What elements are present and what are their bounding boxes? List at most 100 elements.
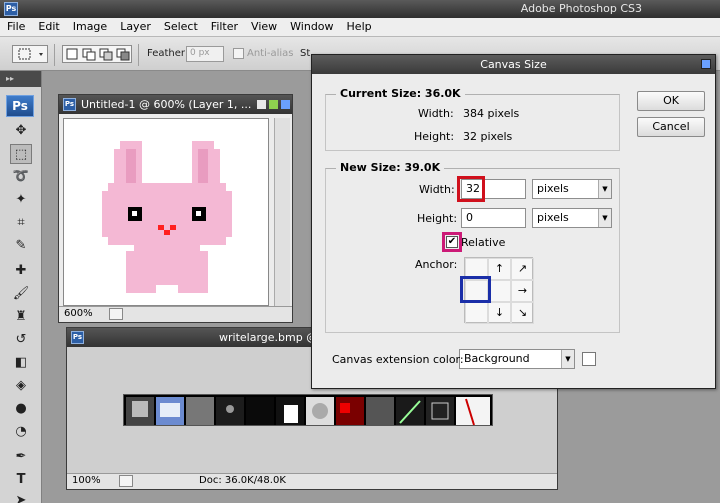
app-titlebar: Ps Adobe Photoshop CS3	[0, 0, 720, 18]
thumbnail-strip-image[interactable]	[123, 394, 493, 426]
relative-label: Relative	[461, 236, 506, 249]
type-tool-icon[interactable]: T	[10, 470, 32, 490]
document-title: writelarge.bmp @	[219, 331, 318, 344]
document-size-info: Doc: 36.0K/48.0K	[199, 475, 286, 486]
document-title-bar[interactable]: Ps Untitled-1 @ 600% (Layer 1, ...	[59, 95, 292, 114]
ok-button[interactable]: OK	[637, 91, 705, 111]
document-window-untitled[interactable]: Ps Untitled-1 @ 600% (Layer 1, ... 600%	[58, 94, 293, 323]
brush-tool-icon[interactable]: 🖌	[10, 284, 32, 304]
new-width-label: Width:	[419, 183, 455, 196]
extension-color-value: Background	[464, 352, 530, 365]
canvas-size-dialog: Canvas Size Current Size: 36.0K Width: 3…	[311, 54, 716, 389]
document-status-bar: 600%	[59, 306, 292, 322]
current-height-value: 32 pixels	[463, 130, 513, 143]
crop-tool-icon[interactable]: ⌗	[10, 213, 32, 233]
eyedropper-icon[interactable]: ✎	[10, 236, 32, 256]
height-unit-value: pixels	[537, 211, 569, 224]
menu-image[interactable]: Image	[66, 18, 113, 36]
current-height-label: Height:	[414, 130, 455, 143]
height-unit-select[interactable]: pixels ▼	[532, 208, 612, 228]
anchor-highlight-box	[460, 276, 491, 303]
close-icon[interactable]	[281, 100, 290, 109]
ps-doc-icon: Ps	[63, 98, 76, 111]
zoom-level[interactable]: 600%	[64, 308, 93, 319]
zoom-level[interactable]: 100%	[72, 475, 101, 486]
chevron-down-icon: ▼	[598, 180, 611, 198]
path-selection-icon[interactable]: ➤	[10, 491, 32, 503]
status-menu-icon[interactable]	[119, 475, 133, 487]
status-menu-icon[interactable]	[109, 308, 123, 320]
extension-color-label: Canvas extension color:	[332, 353, 464, 366]
chevron-down-icon: ▼	[561, 350, 574, 368]
menu-select[interactable]: Select	[157, 18, 204, 36]
width-unit-select[interactable]: pixels ▼	[532, 179, 612, 199]
document-title: Untitled-1 @ 600% (Layer 1, ...	[81, 98, 252, 111]
ps-doc-icon: Ps	[71, 331, 84, 344]
minimize-icon[interactable]	[257, 100, 266, 109]
anchor-cell-bottom[interactable]: ↓	[488, 302, 511, 324]
anchor-cell-center[interactable]	[488, 280, 511, 302]
current-size-title: Current Size: 36.0K	[336, 87, 465, 100]
document-status-bar: 100% Doc: 36.0K/48.0K	[67, 473, 557, 489]
menu-help[interactable]: Help	[340, 18, 378, 36]
clone-stamp-icon[interactable]: ♜	[10, 307, 32, 327]
new-size-title: New Size: 39.0K	[336, 161, 445, 174]
cancel-button[interactable]: Cancel	[637, 117, 705, 137]
app-title: Adobe Photoshop CS3	[520, 2, 642, 15]
bunny-canvas[interactable]	[63, 118, 269, 306]
dialog-title-bar[interactable]: Canvas Size	[312, 55, 715, 74]
history-brush-icon[interactable]: ↺	[10, 330, 32, 350]
menu-layer[interactable]: Layer	[113, 18, 157, 36]
anchor-cell-right[interactable]: →	[511, 280, 534, 302]
magic-wand-icon[interactable]: ✦	[10, 190, 32, 210]
extension-color-select[interactable]: Background ▼	[459, 349, 575, 369]
anchor-label: Anchor:	[415, 258, 458, 271]
width-unit-value: pixels	[537, 182, 569, 195]
tool-preset-picker[interactable]	[12, 45, 48, 63]
menu-file[interactable]: File	[0, 18, 31, 36]
maximize-icon[interactable]	[269, 100, 278, 109]
relative-highlight-box	[442, 232, 462, 252]
dodge-tool-icon[interactable]: ◔	[10, 422, 32, 442]
selection-mode-buttons[interactable]	[62, 45, 132, 63]
anchor-cell-bottom-left[interactable]	[465, 302, 488, 324]
antialias-label: Anti-alias	[247, 48, 294, 59]
current-width-label: Width:	[418, 107, 454, 120]
photoshop-logo: Ps	[6, 95, 34, 117]
menu-filter[interactable]: Filter	[204, 18, 244, 36]
marquee-preset-icon	[18, 48, 43, 60]
extension-color-swatch[interactable]	[582, 352, 596, 366]
pixel-bunny-image	[102, 141, 232, 293]
menu-bar: File Edit Image Layer Select Filter View…	[0, 18, 720, 37]
vertical-scrollbar[interactable]	[274, 118, 290, 306]
photoshop-app-icon: Ps	[4, 2, 18, 16]
menu-view[interactable]: View	[244, 18, 283, 36]
pen-tool-icon[interactable]: ✒	[10, 447, 32, 467]
tools-panel: ▸▸ Ps ✥ ⬚ ➰ ✦ ⌗ ✎ ✚ 🖌 ♜ ↺ ◧ ◈ ● ◔ ✒ T ➤	[0, 71, 42, 503]
antialias-checkbox[interactable]	[233, 48, 244, 59]
anchor-cell-bottom-right[interactable]: ↘	[511, 302, 534, 324]
menu-window[interactable]: Window	[283, 18, 339, 36]
new-height-input[interactable]: 0	[461, 208, 526, 228]
chevron-down-icon: ▼	[598, 209, 611, 227]
style-label: St	[300, 48, 311, 59]
paint-bucket-icon[interactable]: ◈	[10, 376, 32, 396]
lasso-tool-icon[interactable]: ➰	[10, 167, 32, 187]
blur-tool-icon[interactable]: ●	[10, 399, 32, 419]
dialog-title: Canvas Size	[480, 58, 547, 71]
anchor-cell-top-right[interactable]: ↗	[511, 258, 534, 280]
tools-panel-grip[interactable]: ▸▸	[0, 71, 41, 87]
menu-edit[interactable]: Edit	[31, 18, 65, 36]
current-width-value: 384 pixels	[463, 107, 520, 120]
feather-input[interactable]: 0 px	[186, 46, 224, 62]
healing-brush-icon[interactable]: ✚	[10, 261, 32, 281]
selection-mode-icons	[66, 48, 130, 61]
move-tool-icon[interactable]: ✥	[10, 121, 32, 141]
new-height-label: Height:	[417, 212, 458, 225]
eraser-icon[interactable]: ◧	[10, 353, 32, 373]
feather-label: Feather:	[147, 48, 189, 59]
anchor-cell-top[interactable]: ↑	[488, 258, 511, 280]
image-strip-thumbnails	[126, 397, 490, 426]
marquee-tool-icon[interactable]: ⬚	[10, 144, 32, 164]
dialog-close-icon[interactable]	[701, 59, 711, 69]
